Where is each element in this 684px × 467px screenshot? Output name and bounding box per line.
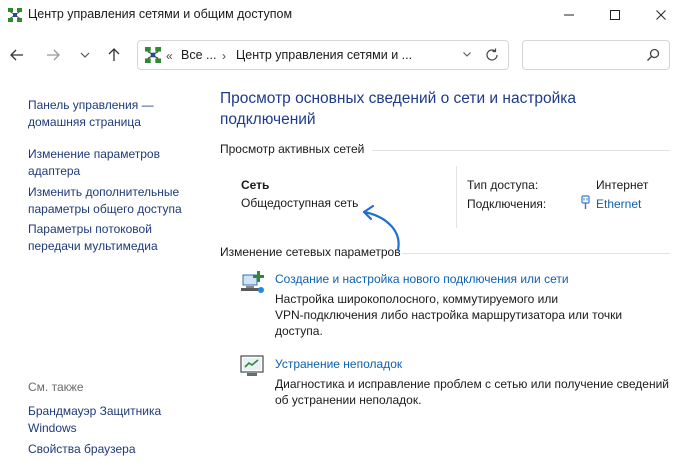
network-setup-icon xyxy=(241,271,264,293)
access-type-label: Тип доступа: xyxy=(467,178,539,192)
sidebar-link-line: передачи мультимедиа xyxy=(28,239,158,253)
minimize-icon xyxy=(564,14,574,16)
network-name: Сеть xyxy=(241,178,270,192)
access-type-value: Интернет xyxy=(596,178,649,192)
setup-new-connection-description: Настройка широкополосного, коммутируемог… xyxy=(275,291,665,339)
sidebar-link-line: Windows xyxy=(28,421,77,435)
active-networks-heading: Просмотр активных сетей xyxy=(220,142,365,156)
forward-button[interactable] xyxy=(42,44,64,66)
address-dropdown[interactable] xyxy=(462,49,472,62)
breadcrumb-all-items[interactable]: Все ... xyxy=(181,48,216,62)
arrow-up-icon xyxy=(108,48,120,61)
description-line: доступа. xyxy=(275,324,323,338)
chevron-down-icon xyxy=(463,52,471,57)
sidebar-link-adapter-settings[interactable]: Изменение параметров адаптера xyxy=(28,146,208,180)
breadcrumb-separator[interactable]: › xyxy=(222,49,226,63)
sidebar-link-line: параметры общего доступа xyxy=(28,202,182,216)
page-title-line: Просмотр основных сведений о сети и наст… xyxy=(220,90,577,107)
sidebar-link-firewall[interactable]: Брандмауэр Защитника Windows xyxy=(28,403,208,437)
sidebar-link-media-streaming[interactable]: Параметры потоковой передачи мультимедиа xyxy=(28,221,208,255)
sidebar-link-browser-properties[interactable]: Свойства браузера xyxy=(28,441,208,458)
network-center-icon xyxy=(8,8,22,22)
close-button[interactable] xyxy=(638,0,684,30)
troubleshoot-description: Диагностика и исправление проблем с сеть… xyxy=(275,376,675,408)
chevron-down-icon xyxy=(80,52,90,58)
vertical-divider xyxy=(456,166,457,228)
close-icon xyxy=(656,10,666,20)
page-title: Просмотр основных сведений о сети и наст… xyxy=(220,88,620,130)
see-also-heading: См. также xyxy=(28,380,84,394)
sidebar-link-line: Панель управления — xyxy=(28,98,154,112)
section-divider xyxy=(372,150,670,151)
minimize-button[interactable] xyxy=(546,0,592,30)
annotation-arrow-icon xyxy=(362,204,400,252)
sidebar-link-advanced-sharing[interactable]: Изменить дополнительные параметры общего… xyxy=(28,184,208,218)
ethernet-connection-link[interactable]: Ethernet xyxy=(596,197,641,211)
breadcrumb-overflow[interactable]: « xyxy=(166,49,173,63)
window-title: Центр управления сетями и общим доступом xyxy=(28,7,293,21)
sidebar-link-control-panel-home[interactable]: Панель управления — домашняя страница xyxy=(28,97,208,131)
network-type: Общедоступная сеть xyxy=(241,196,359,210)
recent-locations-button[interactable] xyxy=(74,44,96,66)
sidebar-link-line: Изменить дополнительные xyxy=(28,185,180,199)
troubleshoot-link[interactable]: Устранение неполадок xyxy=(275,357,402,371)
description-line: об устранении неполадок. xyxy=(275,393,422,407)
troubleshoot-icon xyxy=(240,355,264,376)
back-button[interactable] xyxy=(6,44,28,66)
description-line: VPN-подключения либо настройка маршрутиз… xyxy=(275,308,623,322)
section-divider xyxy=(402,253,670,254)
sidebar-link-line: адаптера xyxy=(28,164,81,178)
search-icon[interactable] xyxy=(645,47,661,63)
breadcrumb-current[interactable]: Центр управления сетями и ... xyxy=(236,48,412,62)
sidebar-link-line: домашняя страница xyxy=(28,115,141,129)
up-button[interactable] xyxy=(103,44,125,66)
maximize-button[interactable] xyxy=(592,0,638,30)
arrow-right-icon xyxy=(47,49,60,61)
description-line: Диагностика и исправление проблем с сеть… xyxy=(275,377,670,391)
description-line: Настройка широкополосного, коммутируемог… xyxy=(275,292,559,306)
ethernet-icon xyxy=(581,195,590,209)
refresh-icon[interactable] xyxy=(483,46,501,64)
sidebar-link-line: Изменение параметров xyxy=(28,147,160,161)
connections-label: Подключения: xyxy=(467,197,547,211)
setup-new-connection-link[interactable]: Создание и настройка нового подключения … xyxy=(275,272,569,286)
page-title-line: подключений xyxy=(220,111,316,128)
arrow-left-icon xyxy=(10,49,23,61)
sidebar-link-line: Брандмауэр Защитника xyxy=(28,404,162,418)
maximize-icon xyxy=(610,10,620,20)
sidebar-link-line: Параметры потоковой xyxy=(28,222,152,236)
network-center-icon xyxy=(145,47,161,63)
